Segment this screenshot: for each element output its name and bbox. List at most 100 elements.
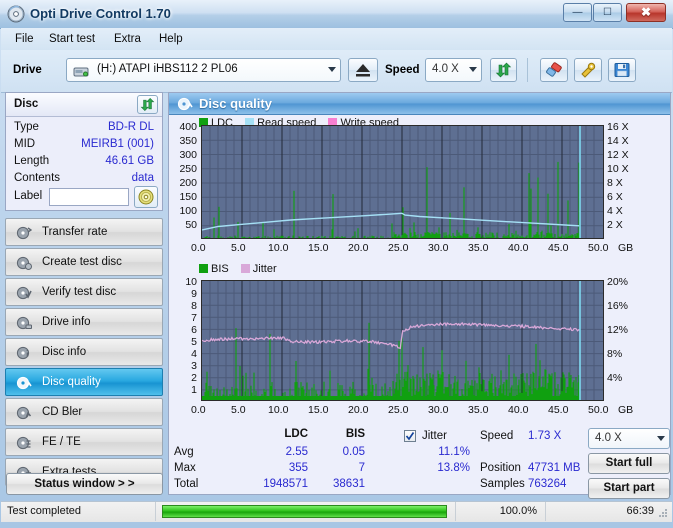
menu-extra[interactable]: Extra — [108, 31, 147, 47]
chart2-ytick-9: 9 — [191, 288, 197, 300]
disc-create-icon — [16, 256, 32, 270]
disc-label-button[interactable] — [134, 186, 158, 208]
disc-row-mid: MID MEIRB1 (001) — [6, 138, 162, 154]
sidebar-item-disc-quality[interactable]: Disc quality — [5, 368, 163, 396]
disc-refresh-button[interactable] — [137, 95, 158, 114]
chart1-rtick-2x: 2 X — [607, 219, 623, 231]
chart1-xunit: GB — [618, 242, 634, 254]
menu-bar: File Start test Extra Help — [1, 28, 672, 50]
disc-info-panel: Disc Type BD-R DL MID MEIRB1 (001) Lengt… — [5, 92, 163, 211]
chart2-legend: BIS Jitter — [199, 263, 286, 276]
chart1-rtick-16x: 16 X — [607, 121, 629, 133]
stats-bis-avg: 0.05 — [342, 446, 365, 458]
chart1-xtick-0: 0.0 — [191, 242, 206, 254]
refresh-button[interactable] — [490, 58, 517, 82]
chart2-xtick-0: 0.0 — [191, 404, 206, 416]
chart1-ytick-200: 200 — [179, 177, 197, 189]
chevron-down-icon — [657, 436, 665, 441]
tools-button[interactable] — [574, 58, 602, 82]
status-text-cell: Test completed — [1, 502, 156, 521]
eject-button[interactable] — [348, 58, 378, 82]
speed-select[interactable]: 4.0 X — [425, 58, 482, 82]
stats-row-total: Total — [174, 478, 199, 490]
chart1-rtick-6x: 6 X — [607, 191, 623, 203]
chart2-xtick-40: 40.0 — [508, 404, 529, 416]
legend-swatch — [240, 264, 250, 273]
disc-key-mid: MID — [14, 138, 36, 150]
sidebar-item-transfer-rate[interactable]: Transfer rate — [5, 218, 163, 246]
disc-key-length: Length — [14, 155, 50, 167]
chart2-ytick-2: 2 — [191, 372, 197, 384]
samples-stat-label: Samples — [480, 478, 525, 490]
stats-bis-max: 7 — [358, 462, 365, 474]
chart1-xtick-20: 20.0 — [348, 242, 369, 254]
disc-value-contents: data — [131, 172, 154, 184]
chart2-xtick-30: 30.0 — [428, 404, 449, 416]
menu-file[interactable]: File — [9, 31, 40, 47]
menu-start-test[interactable]: Start test — [43, 31, 101, 47]
refresh-icon — [140, 97, 155, 112]
jitter-checkbox[interactable] — [404, 430, 416, 442]
erase-button[interactable] — [540, 58, 568, 82]
minimize-button[interactable]: — — [563, 3, 592, 22]
status-text: Test completed — [7, 505, 81, 517]
stats-row-max: Max — [174, 462, 196, 474]
stats-header-bis: BIS — [345, 428, 365, 440]
jitter-max: 13.8% — [437, 462, 470, 474]
speed-stat-value: 1.73 X — [528, 430, 562, 442]
sidebar-item-fe-te[interactable]: FE / TE — [5, 428, 163, 456]
stats-ldc-total: 1948571 — [263, 478, 308, 490]
chart2-svg — [202, 281, 603, 400]
sidebar-item-verify-test-disc[interactable]: Verify test disc — [5, 278, 163, 306]
menu-help[interactable]: Help — [153, 31, 189, 47]
resize-grip-icon[interactable] — [657, 507, 669, 519]
save-button[interactable] — [608, 58, 636, 82]
disc-value-mid: MEIRB1 (001) — [81, 138, 154, 150]
maximize-button[interactable]: ☐ — [593, 3, 622, 22]
chart2-xtick-45: 45.0 — [548, 404, 569, 416]
sidebar-item-cd-bler[interactable]: CD Bler — [5, 398, 163, 426]
chart2-ytick-7: 7 — [191, 312, 197, 324]
start-part-button[interactable]: Start part — [588, 478, 670, 499]
chart2-plot-area — [201, 280, 604, 401]
disc-value-length: 46.61 GB — [105, 155, 154, 167]
chart1-xtick-25: 25.0 — [388, 242, 409, 254]
start-full-button[interactable]: Start full — [588, 453, 670, 474]
chart1-ytick-150: 150 — [179, 191, 197, 203]
disc-label-key: Label — [14, 190, 43, 202]
chart1-rtick-8x: 8 X — [607, 177, 623, 189]
chart1-xtick-10: 10.0 — [268, 242, 289, 254]
chart2-xtick-15: 15.0 — [308, 404, 329, 416]
sidebar-item-disc-info[interactable]: Disc info — [5, 338, 163, 366]
chart2-ytick-5: 5 — [191, 336, 197, 348]
chart1-xtick-50: 50.0 — [588, 242, 609, 254]
disc-label-input[interactable] — [49, 188, 129, 206]
close-button[interactable]: ✖ — [626, 3, 666, 22]
sidebar-label: CD Bler — [42, 406, 83, 418]
chart1-ytick-100: 100 — [179, 205, 197, 217]
progress-cell — [156, 502, 456, 521]
chart2-rtick-12p: 12% — [607, 324, 629, 336]
legend-item-jitter: Jitter — [240, 263, 277, 275]
eraser-icon — [546, 62, 562, 77]
chart1-xtick-45: 45.0 — [548, 242, 569, 254]
disc-row-type: Type BD-R DL — [6, 121, 162, 137]
disc-key-type: Type — [14, 121, 39, 133]
sidebar-item-create-test-disc[interactable]: Create test disc — [5, 248, 163, 276]
status-window-button[interactable]: Status window > > — [6, 473, 163, 495]
chart2-xtick-25: 25.0 — [388, 404, 409, 416]
chart1-xtick-35: 35.0 — [468, 242, 489, 254]
drive-select[interactable]: (H:) ATAPI iHBS112 2 PL06 — [66, 58, 341, 82]
progress-percent: 100.0% — [499, 505, 537, 517]
disc-row-length: Length 46.61 GB — [6, 155, 162, 171]
test-speed-select[interactable]: 4.0 X — [588, 428, 670, 449]
chart2-rtick-8p: 8% — [607, 348, 623, 360]
chart2-ytick-8: 8 — [191, 300, 197, 312]
speed-label: Speed — [385, 64, 420, 76]
chart1-ytick-400: 400 — [179, 121, 197, 133]
samples-stat-value: 763264 — [528, 478, 567, 490]
disc-bler-icon — [16, 406, 32, 420]
sidebar-item-drive-info[interactable]: Drive info — [5, 308, 163, 336]
sidebar-label: Drive info — [42, 316, 91, 328]
stats-ldc-avg: 2.55 — [285, 446, 308, 458]
